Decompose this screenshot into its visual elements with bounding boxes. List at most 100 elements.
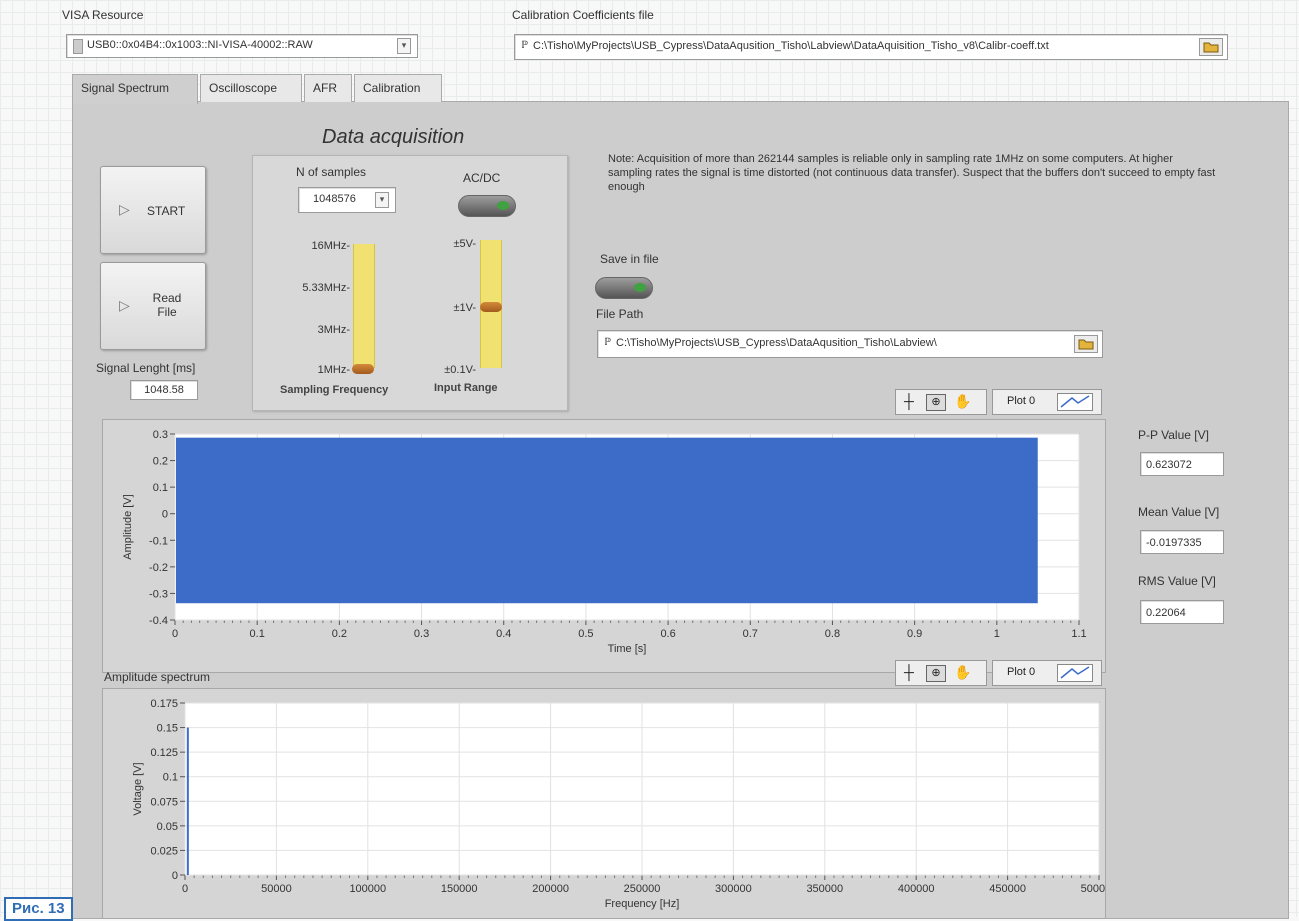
read-file-button[interactable]: ▷ Read File (100, 262, 206, 350)
x-axis-label: Frequency [Hz] (605, 898, 680, 910)
time-graph-svg[interactable]: 0 0.1 0.2 0.3 0.4 0.5 0.6 0.7 0.8 0.9 1 1.1 0.3 0.2 0.… (103, 420, 1105, 672)
browse-folder-icon[interactable] (1074, 335, 1098, 353)
n-samples-label: N of samples (296, 165, 367, 179)
freq-tick: 5.33MHz- (302, 282, 350, 294)
freq-tick: 1MHz- (317, 364, 350, 376)
pp-value-label: P-P Value [V] (1138, 428, 1209, 442)
plot-style-icon (1057, 393, 1093, 411)
input-range-thumb[interactable] (480, 302, 502, 312)
zoom-tool-icon[interactable]: ⊕ (926, 665, 946, 682)
visa-resource-select[interactable]: USB0::0x04B4::0x1003::NI-VISA-40002::RAW… (66, 34, 418, 58)
cursor-tool-icon[interactable]: ┼ (904, 664, 914, 680)
sampling-frequency-slider[interactable] (353, 244, 375, 368)
y-tick-label: 0.1 (153, 482, 168, 494)
y-tick-label: 0.025 (150, 845, 178, 857)
x-tick-label: 500000 (1081, 883, 1105, 895)
signal-length-value: 1048.58 (130, 380, 198, 400)
y-tick-label: 0.15 (157, 723, 178, 735)
sampling-frequency-label: Sampling Frequency (280, 384, 389, 396)
y-tick-label: 0.2 (153, 456, 168, 468)
plot-legend-label: Plot 0 (1007, 666, 1036, 678)
pp-value: 0.623072 (1140, 452, 1224, 476)
mean-value: -0.0197335 (1140, 530, 1224, 554)
play-icon: ▷ (119, 201, 130, 217)
read-file-button-label: Read File (152, 291, 182, 319)
mean-value-label: Mean Value [V] (1138, 505, 1220, 519)
file-path-value: C:\Tisho\MyProjects\USB_Cypress\DataAqus… (616, 337, 937, 349)
freq-tick: 16MHz- (311, 240, 350, 252)
y-tick-label: 0.3 (153, 429, 168, 441)
x-tick-label: 0 (172, 628, 178, 640)
file-path-input[interactable]: ℙ C:\Tisho\MyProjects\USB_Cypress\DataAq… (597, 330, 1103, 358)
x-axis-label: Time [s] (608, 643, 647, 655)
chevron-down-icon[interactable]: ▾ (397, 38, 411, 54)
x-tick-label: 0.1 (250, 628, 265, 640)
y-tick-label: -0.2 (149, 562, 168, 574)
file-path-label: File Path (596, 307, 644, 321)
plot-style-icon (1057, 664, 1093, 682)
start-button[interactable]: ▷ START (100, 166, 206, 254)
visa-resource-value: USB0::0x04B4::0x1003::NI-VISA-40002::RAW (87, 39, 313, 51)
n-samples-select[interactable]: 1048576 ▾ (298, 187, 396, 213)
play-icon: ▷ (119, 297, 130, 313)
tab-afr[interactable]: AFR (304, 74, 352, 102)
cursor-tool-icon[interactable]: ┼ (904, 393, 914, 409)
visa-resource-label: VISA Resource (62, 8, 144, 22)
y-tick-label: 0 (172, 870, 178, 882)
spectrum-peak (186, 727, 189, 875)
chevron-down-icon[interactable]: ▾ (375, 192, 389, 208)
y-axis-label: Voltage [V] (132, 762, 144, 815)
range-tick: ±5V- (453, 238, 476, 250)
acdc-label: AC/DC (463, 171, 501, 185)
x-tick-label: 0 (182, 883, 188, 895)
x-tick-label: 0.9 (907, 628, 922, 640)
zoom-tool-icon[interactable]: ⊕ (926, 394, 946, 411)
x-tick-label: 100000 (349, 883, 386, 895)
save-in-file-toggle[interactable] (595, 277, 653, 299)
pan-hand-icon[interactable]: ✋ (954, 664, 971, 681)
amplitude-spectrum-label: Amplitude spectrum (104, 670, 211, 684)
save-in-file-label: Save in file (600, 252, 659, 266)
y-tick-label: 0.175 (150, 698, 178, 710)
tab-calibration[interactable]: Calibration (354, 74, 442, 102)
x-tick-label: 250000 (624, 883, 661, 895)
x-tick-label: 450000 (989, 883, 1026, 895)
pan-hand-icon[interactable]: ✋ (954, 393, 971, 410)
graph-tool-palette: ┼ ⊕ ✋ (895, 389, 987, 415)
x-tick-label: 50000 (261, 883, 292, 895)
tab-signal-spectrum[interactable]: Signal Spectrum (72, 74, 198, 104)
tab-oscilloscope[interactable]: Oscilloscope (200, 74, 302, 102)
start-button-label: START (147, 204, 186, 218)
signal-length-label: Signal Lenght [ms] (96, 361, 196, 375)
sampling-frequency-thumb[interactable] (352, 364, 374, 374)
x-tick-label: 400000 (898, 883, 935, 895)
y-tick-label: 0.05 (157, 821, 178, 833)
spectrum-graph: 0 50000 100000 150000 200000 250000 300000 3500… (102, 688, 1117, 919)
range-tick: ±0.1V- (444, 364, 476, 376)
x-tick-label: 0.8 (825, 628, 840, 640)
y-axis-label: Amplitude [V] (122, 494, 134, 559)
input-range-label: Input Range (434, 382, 498, 394)
y-tick-label: -0.4 (149, 615, 168, 627)
freq-tick: 3MHz- (317, 324, 350, 336)
plot-legend[interactable]: Plot 0 (992, 389, 1102, 415)
x-tick-label: 1 (994, 628, 1000, 640)
x-tick-label: 0.6 (660, 628, 675, 640)
acdc-toggle[interactable] (458, 195, 516, 217)
x-tick-label: 0.4 (496, 628, 511, 640)
y-tick-label: 0.125 (150, 747, 178, 759)
time-graph: 0 0.1 0.2 0.3 0.4 0.5 0.6 0.7 0.8 0.9 1 1.1 0.3 0.2 0.… (102, 419, 1106, 673)
browse-folder-icon[interactable] (1199, 38, 1223, 56)
y-tick-label: -0.3 (149, 588, 168, 600)
spectrum-plot-legend[interactable]: Plot 0 (992, 660, 1102, 686)
rms-value-label: RMS Value [V] (1138, 574, 1216, 588)
calibration-file-path[interactable]: ℙ C:\Tisho\MyProjects\USB_Cypress\DataAq… (514, 34, 1228, 60)
led-indicator (497, 201, 509, 210)
figure-caption: Рис. 13 (4, 897, 73, 921)
signal-band (176, 437, 1038, 604)
spectrum-tool-palette: ┼ ⊕ ✋ (895, 660, 987, 686)
calibration-file-value: C:\Tisho\MyProjects\USB_Cypress\DataAqus… (533, 40, 1049, 52)
spectrum-graph-svg[interactable]: 0 50000 100000 150000 200000 250000 300000 3500… (103, 689, 1117, 918)
acquisition-note: Note: Acquisition of more than 262144 sa… (608, 153, 1216, 193)
plot-legend-label: Plot 0 (1007, 395, 1036, 407)
